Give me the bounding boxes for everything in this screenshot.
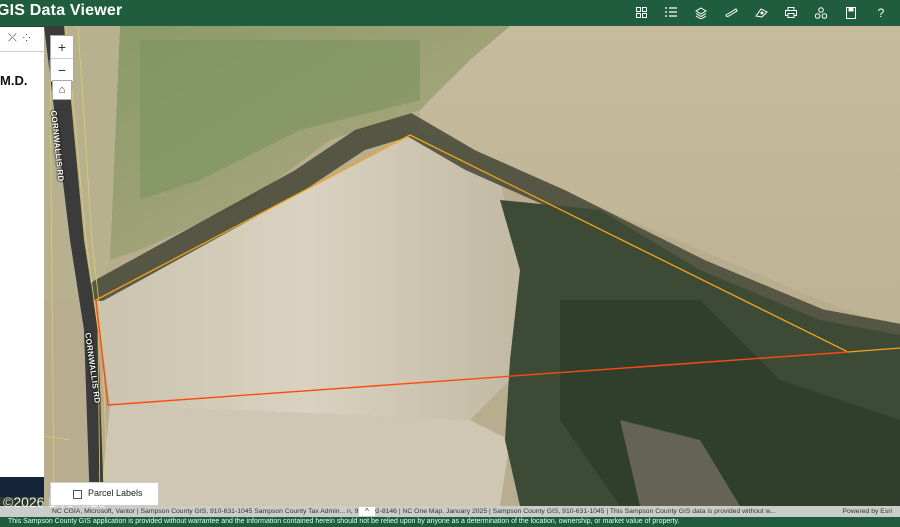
zoom-in-button[interactable]: +: [51, 36, 73, 59]
parcel-labels-checkbox[interactable]: [73, 490, 82, 499]
divider: [0, 51, 44, 52]
zoom-out-button[interactable]: −: [51, 59, 73, 81]
side-panel-tools[interactable]: ⤫⁘: [8, 32, 37, 45]
bookmark-icon[interactable]: [838, 4, 864, 22]
disclaimer-bar: This Sampson County GIS application is p…: [0, 517, 900, 527]
attribution-toggle[interactable]: ^: [359, 507, 375, 516]
select-icon[interactable]: [748, 4, 774, 22]
home-button[interactable]: ⌂: [52, 80, 72, 100]
attribution-bar: NC CGIA, Microsoft, Vantor | Sampson Cou…: [0, 506, 900, 517]
help-icon[interactable]: ?: [868, 4, 894, 22]
layers-icon[interactable]: [688, 4, 714, 22]
powered-by-esri[interactable]: Powered by Esri: [843, 506, 893, 517]
share-icon[interactable]: [808, 4, 834, 22]
aerial-map[interactable]: [44, 26, 900, 506]
app-title: GIS Data Viewer: [0, 2, 123, 19]
parcel-labels-label: Parcel Labels: [88, 488, 143, 498]
basemap-gallery-icon[interactable]: [628, 4, 654, 22]
attribution-text: NC CGIA, Microsoft, Vantor | Sampson Cou…: [52, 508, 776, 515]
app-header: GIS Data Viewer ?: [0, 0, 900, 26]
map-view[interactable]: [44, 26, 900, 506]
toolbar: ?: [624, 4, 894, 22]
print-icon[interactable]: [778, 4, 804, 22]
zoom-control: + −: [50, 35, 74, 82]
disclaimer-text: This Sampson County GIS application is p…: [8, 518, 680, 525]
side-panel-text: M.D.: [0, 73, 28, 88]
measure-icon[interactable]: [718, 4, 744, 22]
layer-list-icon[interactable]: [658, 4, 684, 22]
side-panel: ⤫⁘ M.D.: [0, 27, 44, 477]
parcel-labels-toggle[interactable]: Parcel Labels: [50, 482, 159, 506]
